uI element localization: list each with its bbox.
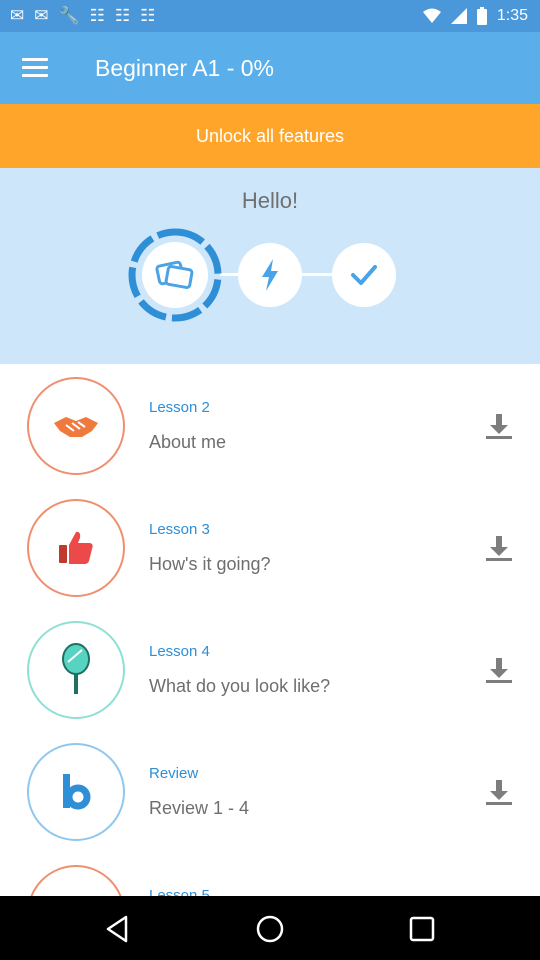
step-connector — [300, 273, 334, 276]
flashcards-icon — [155, 260, 194, 289]
step-connector — [220, 273, 240, 276]
notification-icons: ✉ ✉ 🔧 ☷ ☷ ☷ — [10, 6, 155, 26]
download-icon[interactable] — [484, 778, 514, 808]
app-bar: Beginner A1 - 0% — [0, 32, 540, 104]
message-icon: ✉ — [34, 6, 49, 25]
lesson-number: Lesson 4 — [149, 643, 210, 660]
lesson-number: Lesson 2 — [149, 399, 210, 416]
handshake-icon — [54, 417, 98, 437]
step-test[interactable] — [332, 243, 396, 307]
lesson-row[interactable]: Review Review 1 - 4 — [0, 730, 540, 852]
step-practice[interactable] — [238, 243, 302, 307]
download-icon[interactable] — [484, 534, 514, 564]
clock-time: 1:35 — [496, 7, 528, 24]
lesson-number: Review — [149, 765, 199, 782]
checkmark-icon — [351, 265, 377, 285]
lesson-subtitle: How's it going? — [149, 554, 271, 574]
lesson-number: Lesson 5 — [149, 887, 210, 896]
back-icon[interactable] — [102, 914, 132, 944]
download-icon[interactable] — [484, 412, 514, 442]
course-progress-panel: Hello! — [0, 168, 540, 364]
review-b-icon — [63, 774, 91, 810]
unit-title: Hello! — [241, 188, 299, 213]
lesson-icon-circle — [27, 865, 125, 896]
system-nav-bar — [0, 896, 540, 960]
lightning-icon — [262, 259, 278, 291]
lesson-row[interactable]: Lesson 3 How's it going? — [0, 486, 540, 608]
wrench-icon: 🔧 — [58, 6, 80, 25]
recents-icon[interactable] — [407, 914, 437, 944]
home-icon[interactable] — [255, 914, 285, 944]
thumbs-up-icon — [59, 531, 93, 564]
lesson-icon-circle — [27, 621, 125, 719]
lesson-list: Lesson 2 About me Lesson 3 How's it goin… — [0, 364, 540, 896]
wifi-icon — [422, 8, 441, 23]
lesson-row[interactable]: Lesson 5 — [0, 852, 540, 896]
message-icon: ✉ — [10, 6, 25, 25]
download-icon[interactable] — [484, 656, 514, 686]
lesson-subtitle: What do you look like? — [149, 676, 331, 696]
signal-icon — [450, 8, 467, 24]
status-bar: ✉ ✉ 🔧 ☷ ☷ ☷ 1:35 — [0, 0, 540, 32]
news-icon: ☷ — [89, 6, 105, 25]
lesson-number: Lesson 3 — [149, 521, 210, 538]
menu-icon[interactable] — [22, 58, 48, 78]
lesson-icon-circle — [27, 499, 125, 597]
lesson-subtitle: About me — [149, 432, 227, 452]
lesson-icon-circle — [27, 377, 125, 475]
lesson-icon-circle — [27, 743, 125, 841]
status-right: 1:35 — [422, 6, 528, 26]
page-title: Beginner A1 - 0% — [95, 55, 275, 81]
news-icon: ☷ — [114, 6, 131, 25]
unlock-features-button[interactable]: Unlock all features — [0, 104, 540, 168]
news-icon: ☷ — [140, 6, 156, 25]
mirror-icon — [62, 643, 90, 694]
lesson-subtitle: Review 1 - 4 — [149, 798, 250, 818]
lesson-row[interactable]: Lesson 2 About me — [0, 364, 540, 486]
battery-icon — [476, 7, 487, 25]
lesson-row[interactable]: Lesson 4 What do you look like? — [0, 608, 540, 730]
step-flashcards[interactable] — [127, 227, 223, 323]
